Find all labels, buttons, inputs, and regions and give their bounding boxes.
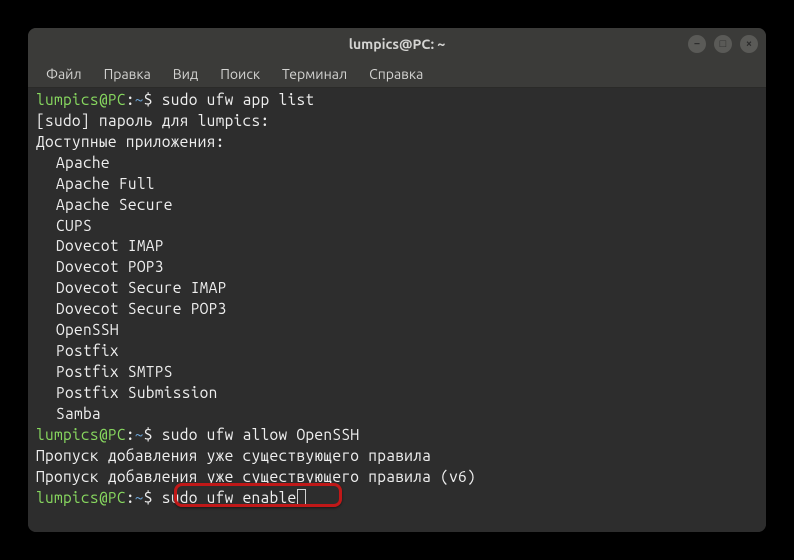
menu-terminal[interactable]: Терминал xyxy=(272,64,357,84)
sudo-prompt: [sudo] пароль для lumpics: xyxy=(36,111,758,132)
app-item: Dovecot Secure IMAP xyxy=(36,278,758,299)
app-item: Apache xyxy=(36,153,758,174)
app-item: Dovecot IMAP xyxy=(36,236,758,257)
window-controls: − □ × xyxy=(688,35,758,53)
skip-rule-1: Пропуск добавления уже существующего пра… xyxy=(36,446,758,467)
command-3: sudo ufw enable xyxy=(162,489,297,506)
app-item: CUPS xyxy=(36,216,758,237)
command-2: sudo ufw allow OpenSSH xyxy=(162,426,360,443)
menu-search[interactable]: Поиск xyxy=(210,64,270,84)
menu-file[interactable]: Файл xyxy=(36,64,92,84)
window-title: lumpics@PC: ~ xyxy=(349,36,446,52)
app-item: Postfix xyxy=(36,341,758,362)
app-item: Dovecot Secure POP3 xyxy=(36,299,758,320)
apps-header: Доступные приложения: xyxy=(36,132,758,153)
prompt-line-2: lumpics@PC:~$ sudo ufw allow OpenSSH xyxy=(36,425,758,446)
app-item: OpenSSH xyxy=(36,320,758,341)
skip-rule-2: Пропуск добавления уже существующего пра… xyxy=(36,467,758,488)
app-item: Apache Secure xyxy=(36,195,758,216)
menu-edit[interactable]: Правка xyxy=(94,64,161,84)
terminal-window: lumpics@PC: ~ − □ × Файл Правка Вид Поис… xyxy=(28,28,766,532)
terminal-output[interactable]: lumpics@PC:~$ sudo ufw app list [sudo] п… xyxy=(28,88,766,532)
prompt-line-1: lumpics@PC:~$ sudo ufw app list xyxy=(36,90,758,111)
close-button[interactable]: × xyxy=(740,35,758,53)
prompt-user: lumpics@PC xyxy=(36,91,126,108)
text-cursor xyxy=(297,489,306,505)
prompt-line-3: lumpics@PC:~$ sudo ufw enable xyxy=(36,488,758,509)
app-item: Apache Full xyxy=(36,174,758,195)
prompt-path: ~ xyxy=(135,91,144,108)
app-item: Dovecot POP3 xyxy=(36,257,758,278)
menu-help[interactable]: Справка xyxy=(359,64,433,84)
menubar: Файл Правка Вид Поиск Терминал Справка xyxy=(28,60,766,88)
close-icon: × xyxy=(746,39,752,50)
app-item: Samba xyxy=(36,404,758,425)
menu-view[interactable]: Вид xyxy=(163,64,208,84)
command-1: sudo ufw app list xyxy=(162,91,315,108)
titlebar[interactable]: lumpics@PC: ~ − □ × xyxy=(28,28,766,60)
maximize-button[interactable]: □ xyxy=(714,35,732,53)
minimize-icon: − xyxy=(694,39,700,50)
app-item: Postfix SMTPS xyxy=(36,362,758,383)
minimize-button[interactable]: − xyxy=(688,35,706,53)
app-item: Postfix Submission xyxy=(36,383,758,404)
maximize-icon: □ xyxy=(720,39,727,50)
